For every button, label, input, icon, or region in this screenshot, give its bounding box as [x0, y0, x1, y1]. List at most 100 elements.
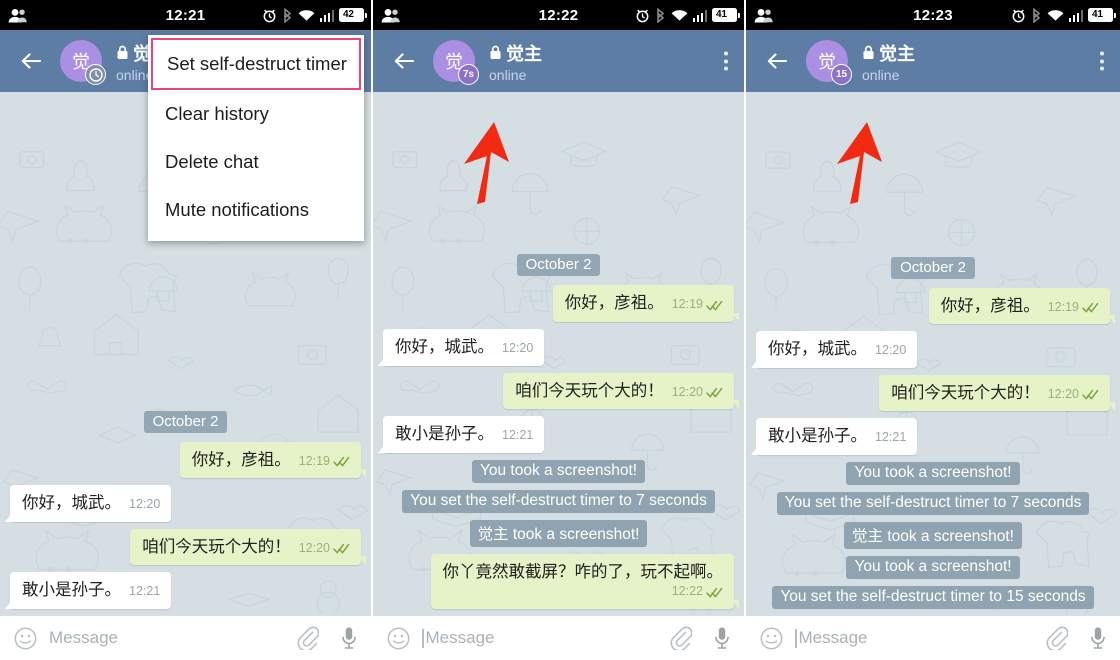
battery-level: 42: [343, 9, 354, 20]
incoming-message-bubble[interactable]: 敢小是孙子。 12:21: [750, 418, 918, 455]
lock-icon: [490, 45, 501, 59]
wifi-icon: [1047, 10, 1063, 21]
incoming-message-bubble[interactable]: 你好，城武。 12:20: [750, 331, 918, 368]
message-meta: 12:19: [672, 297, 723, 314]
incoming-message-bubble[interactable]: 你好，城武。 12:20: [377, 328, 545, 366]
menu-item-0[interactable]: Set self-destruct timer: [151, 38, 361, 90]
message-text: 你丫竟然敢截屏？咋的了，玩不起啊。: [442, 562, 724, 581]
incoming-message-bubble[interactable]: 敢小是孙子。 12:21: [4, 572, 172, 609]
message-input[interactable]: Message: [49, 628, 285, 648]
double-check-icon: [1082, 389, 1099, 400]
avatar[interactable]: 觉: [60, 40, 106, 85]
paperclip-icon[interactable]: [1046, 626, 1068, 650]
signal-bars-icon: [1068, 9, 1083, 22]
lock-icon: [117, 45, 128, 59]
smiley-icon[interactable]: [760, 627, 783, 650]
message-placeholder: Message: [425, 628, 495, 647]
menu-item-1[interactable]: Clear history: [148, 90, 364, 138]
message-time: 12:20: [671, 384, 703, 399]
message-meta: 12:19: [299, 454, 350, 471]
message-text: 你好，彦祖。: [191, 450, 291, 469]
timer-badge-label: 7s: [462, 68, 475, 80]
message-row: 你好，城武。 12:20: [750, 331, 1110, 368]
message-composer[interactable]: Message: [746, 615, 1120, 660]
paperclip-icon[interactable]: [297, 626, 319, 650]
bluetooth-icon: [656, 7, 664, 23]
status-indicators: 41: [1011, 0, 1116, 30]
timer-badge-label: 15: [835, 68, 848, 80]
chat-title-block[interactable]: 觉主 online: [489, 40, 542, 83]
signal-bars-icon: [319, 9, 334, 22]
smiley-icon[interactable]: [14, 627, 37, 650]
phone-panel-1: 12:21 42 觉 online October 2 你好，彦祖。 12:19…: [0, 0, 373, 660]
signal-bars-icon: [692, 9, 707, 22]
back-arrow-icon[interactable]: [764, 48, 790, 74]
message-meta: 12:21: [502, 428, 533, 445]
menu-item-2[interactable]: Delete chat: [148, 138, 364, 186]
paperclip-icon[interactable]: [670, 626, 692, 650]
chat-header: 觉 15 觉主 online: [746, 30, 1120, 92]
message-list[interactable]: October 2 你好，彦祖。 12:19 你好，城武。 12:20 咱们今天…: [746, 92, 1120, 615]
avatar[interactable]: 觉 15: [806, 40, 852, 85]
overflow-menu-popup[interactable]: Set self-destruct timer Clear history Dele…: [148, 35, 364, 241]
self-destruct-timer-badge[interactable]: 15: [831, 64, 852, 85]
self-destruct-timer-badge[interactable]: 7s: [458, 64, 479, 85]
message-meta: 12:20: [299, 541, 350, 558]
back-arrow-icon[interactable]: [18, 48, 44, 74]
message-row: 敢小是孙子。 12:21: [750, 418, 1110, 455]
message-text: 咱们今天玩个大的！: [142, 537, 291, 556]
status-indicators: 42: [262, 0, 367, 30]
message-input[interactable]: Message: [422, 628, 658, 648]
microphone-icon[interactable]: [1090, 626, 1106, 650]
message-stack: October 2 你好，彦祖。 12:19 你好，城武。 12:20 咱们今天…: [377, 254, 740, 610]
service-message-row: You set the self-destruct timer to 7 sec…: [383, 489, 734, 513]
message-text: 你好，城武。: [22, 494, 121, 513]
message-time: 12:20: [502, 340, 534, 355]
service-message: 觉主 took a screenshot!: [844, 522, 1022, 549]
outgoing-message-bubble[interactable]: 咱们今天玩个大的！ 12:20: [879, 374, 1115, 412]
microphone-icon[interactable]: [341, 626, 357, 650]
message-row: 你好，彦祖。 12:19: [756, 287, 1116, 325]
service-message: You took a screenshot!: [846, 462, 1020, 485]
service-message: You took a screenshot!: [471, 459, 646, 483]
microphone-icon[interactable]: [714, 626, 730, 650]
back-arrow-icon[interactable]: [391, 48, 417, 74]
status-bar: 12:23 41: [746, 0, 1120, 30]
battery-level: 41: [716, 9, 727, 20]
message-input[interactable]: Message: [795, 628, 1034, 648]
incoming-message-bubble[interactable]: 敢小是孙子。 12:21: [377, 416, 545, 453]
chat-title-block[interactable]: 觉主 online: [862, 40, 915, 83]
outgoing-message-bubble[interactable]: 你好，彦祖。 12:19: [179, 441, 367, 479]
menu-item-3[interactable]: Mute notifications: [148, 186, 364, 234]
overflow-menu-icon[interactable]: [1100, 51, 1104, 71]
outgoing-message-bubble[interactable]: 咱们今天玩个大的！ 12:20: [130, 528, 366, 566]
self-destruct-timer-badge[interactable]: [85, 64, 106, 85]
alarm-clock-icon: [636, 9, 648, 22]
message-composer[interactable]: Message: [373, 615, 744, 660]
message-placeholder: Message: [798, 628, 868, 647]
outgoing-message-bubble[interactable]: 你好，彦祖。 12:19: [928, 287, 1116, 325]
message-text: 敢小是孙子。: [395, 425, 494, 444]
message-list[interactable]: October 2 你好，彦祖。 12:19 你好，城武。 12:20 咱们今天…: [373, 92, 744, 615]
double-check-icon: [333, 543, 350, 554]
double-check-icon: [706, 387, 723, 398]
message-time: 12:20: [1047, 386, 1079, 401]
message-meta: 12:21: [129, 584, 160, 601]
message-row: 你好，城武。 12:20: [377, 328, 734, 366]
outgoing-message-bubble[interactable]: 你好，彦祖。 12:19: [552, 285, 740, 322]
overflow-menu-icon[interactable]: [724, 51, 728, 71]
message-composer[interactable]: Message: [0, 615, 371, 660]
incoming-message-bubble[interactable]: 你好，城武。 12:20: [4, 485, 172, 522]
message-meta: 12:22: [672, 584, 723, 601]
service-message-row: 觉主 took a screenshot!: [383, 519, 734, 547]
smiley-icon[interactable]: [387, 627, 410, 650]
message-meta: 12:19: [1048, 300, 1099, 317]
message-meta: 12:20: [129, 497, 160, 514]
outgoing-message-bubble[interactable]: 咱们今天玩个大的！ 12:20: [503, 372, 739, 410]
avatar[interactable]: 觉 7s: [433, 40, 479, 85]
service-message-row: You set the self-destruct timer to 7 sec…: [756, 492, 1110, 515]
message-time: 12:21: [129, 584, 161, 599]
outgoing-message-bubble[interactable]: 你丫竟然敢截屏？咋的了，玩不起啊。 12:22: [430, 553, 739, 610]
service-message: You set the self-destruct timer to 7 sec…: [402, 489, 715, 513]
day-separator: October 2: [891, 256, 975, 279]
